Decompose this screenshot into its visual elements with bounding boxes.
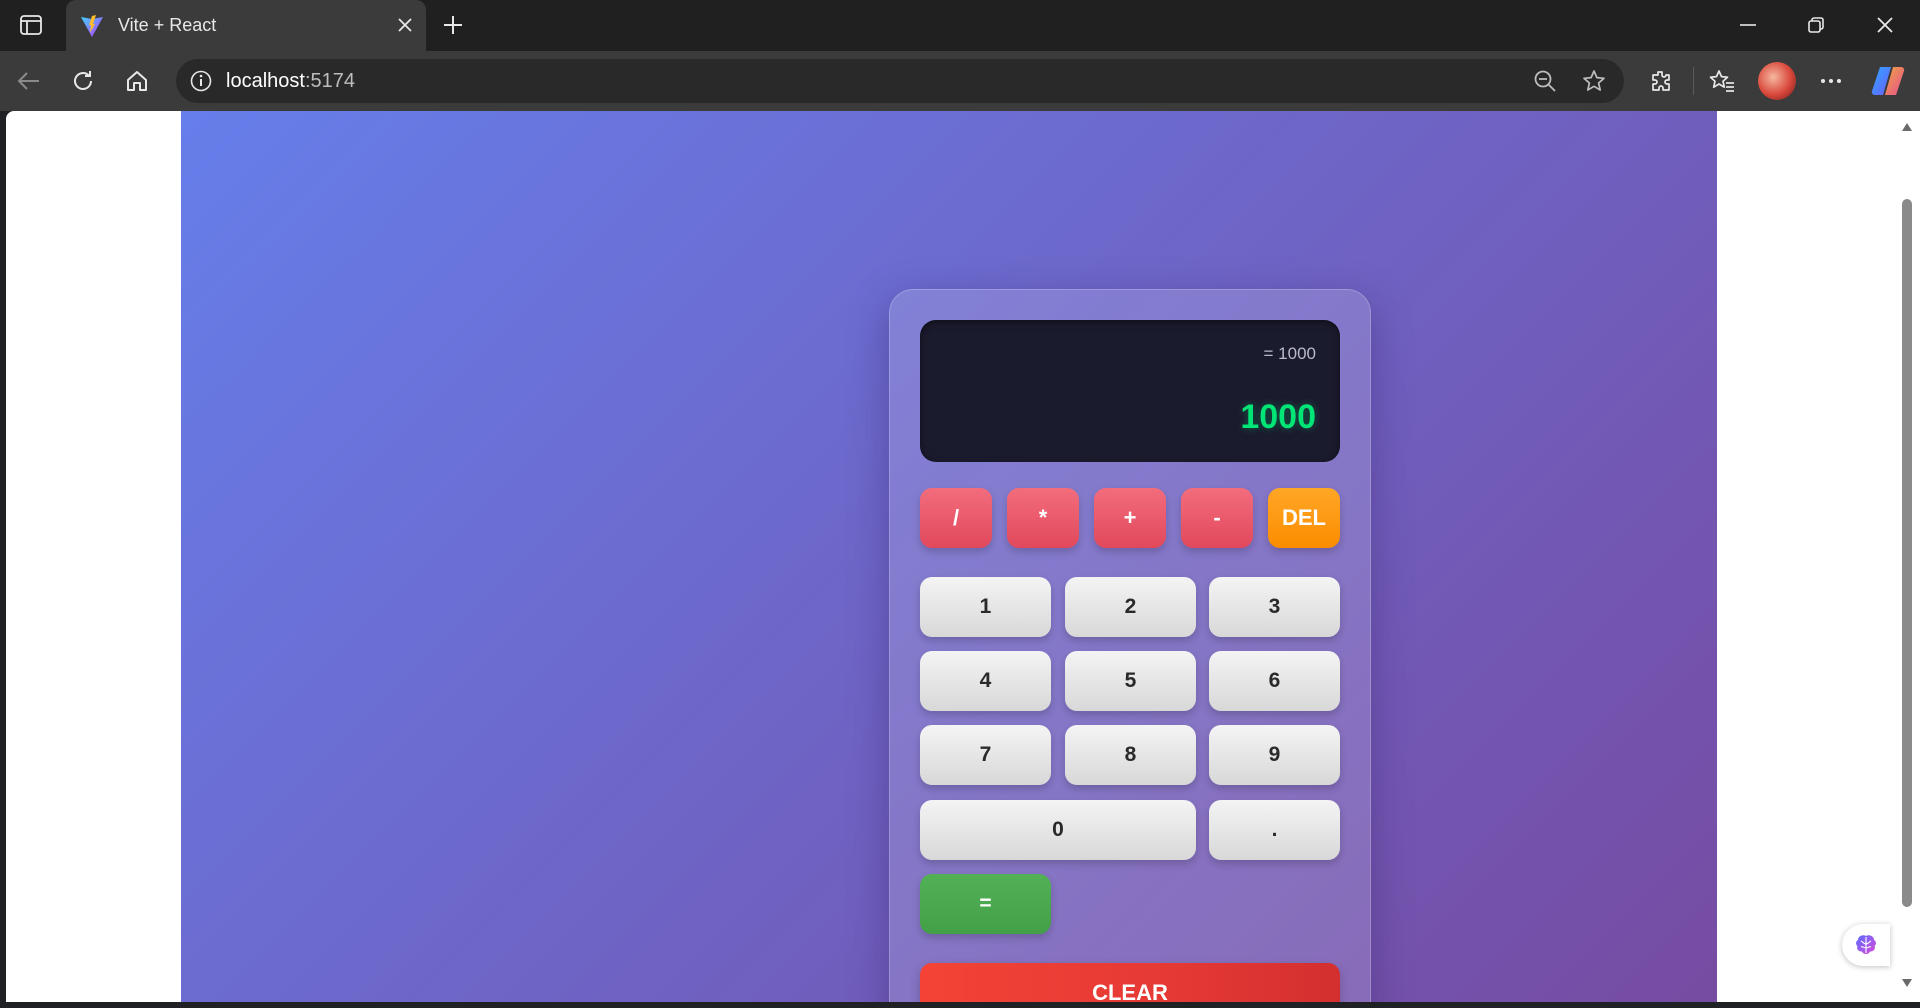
- url-host: localhost: [226, 70, 305, 92]
- subtract-button[interactable]: -: [1181, 488, 1253, 548]
- calculator-panel: = 1000 1000 / * + - DEL 1 2 3 4 5 6 7 8 …: [889, 289, 1371, 1002]
- digit-4-button[interactable]: 4: [920, 651, 1051, 711]
- site-info-icon[interactable]: [186, 66, 216, 96]
- zoom-out-icon[interactable]: [1530, 66, 1560, 96]
- scrollbar-thumb[interactable]: [1902, 199, 1912, 907]
- app-background: = 1000 1000 / * + - DEL 1 2 3 4 5 6 7 8 …: [181, 111, 1717, 1002]
- address-bar[interactable]: localhost:5174: [176, 59, 1624, 103]
- digit-2-button[interactable]: 2: [1065, 577, 1196, 637]
- favorite-star-icon[interactable]: [1579, 66, 1609, 96]
- active-tab[interactable]: Vite + React: [66, 0, 426, 51]
- digit-9-button[interactable]: 9: [1209, 725, 1340, 785]
- url-port: :5174: [304, 70, 355, 92]
- extensions-icon[interactable]: [1644, 64, 1678, 98]
- copilot-icon[interactable]: [1868, 64, 1908, 98]
- digit-7-button[interactable]: 7: [920, 725, 1051, 785]
- close-tab-icon[interactable]: [392, 12, 418, 38]
- profile-avatar[interactable]: [1758, 62, 1796, 100]
- url-text[interactable]: localhost:5174: [226, 70, 355, 93]
- navigation-bar: localhost:5174: [0, 51, 1920, 111]
- new-tab-icon[interactable]: [438, 10, 468, 40]
- add-button[interactable]: +: [1094, 488, 1166, 548]
- toolbar-separator: [1693, 67, 1694, 95]
- decimal-button[interactable]: .: [1209, 800, 1340, 860]
- delete-button[interactable]: DEL: [1268, 488, 1340, 548]
- tab-title: Vite + React: [118, 15, 217, 35]
- favorites-icon[interactable]: [1705, 64, 1739, 98]
- tab-bar: Vite + React: [0, 0, 1920, 51]
- digit-8-button[interactable]: 8: [1065, 725, 1196, 785]
- clear-button[interactable]: CLEAR: [920, 963, 1340, 1002]
- back-icon[interactable]: [12, 64, 46, 98]
- close-window-icon[interactable]: [1865, 10, 1905, 40]
- digit-3-button[interactable]: 3: [1209, 577, 1340, 637]
- more-options-icon[interactable]: [1814, 64, 1848, 98]
- vite-logo-icon: [81, 14, 103, 37]
- home-icon[interactable]: [120, 64, 154, 98]
- tab-actions-icon[interactable]: [14, 10, 48, 40]
- scroll-down-icon[interactable]: [1901, 977, 1913, 989]
- calculator-display: = 1000 1000: [920, 320, 1340, 462]
- vertical-scrollbar[interactable]: [1894, 111, 1920, 1002]
- digit-5-button[interactable]: 5: [1065, 651, 1196, 711]
- refresh-icon[interactable]: [66, 64, 100, 98]
- multiply-button[interactable]: *: [1007, 488, 1079, 548]
- result-text: 1000: [1240, 398, 1316, 436]
- page-viewport: = 1000 1000 / * + - DEL 1 2 3 4 5 6 7 8 …: [6, 111, 1894, 1002]
- browser-assistant-icon[interactable]: [1842, 924, 1890, 966]
- restore-icon[interactable]: [1796, 10, 1836, 40]
- equals-button[interactable]: =: [920, 874, 1051, 934]
- digit-0-button[interactable]: 0: [920, 800, 1196, 860]
- expression-text: = 1000: [1263, 344, 1316, 363]
- digit-1-button[interactable]: 1: [920, 577, 1051, 637]
- scroll-up-icon[interactable]: [1901, 121, 1913, 133]
- divide-button[interactable]: /: [920, 488, 992, 548]
- minimize-icon[interactable]: [1728, 10, 1768, 40]
- digit-6-button[interactable]: 6: [1209, 651, 1340, 711]
